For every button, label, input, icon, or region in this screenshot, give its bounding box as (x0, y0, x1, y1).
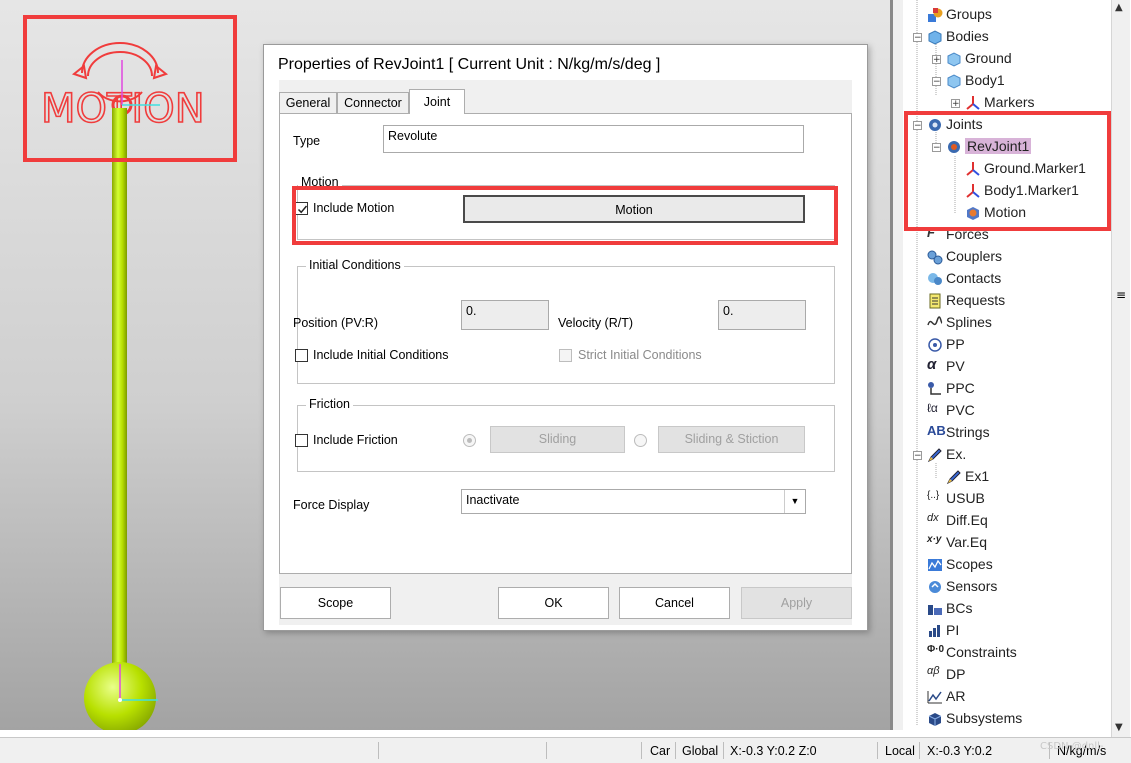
status-bar: Car Global X:-0.3 Y:0.2 Z:0 Local X:-0.3… (0, 737, 1131, 763)
status-local-label: Local (885, 744, 915, 758)
force-display-select[interactable]: Inactivate ▼ (461, 489, 806, 514)
dialog-title: Properties of RevJoint1 [ Current Unit :… (278, 56, 661, 73)
pv-icon: α (927, 356, 937, 373)
include-friction-label: Include Friction (313, 433, 398, 447)
tree-highlight-box (904, 111, 1111, 231)
pendulum-rod[interactable] (112, 108, 127, 673)
vareq-icon: x·y (927, 534, 942, 545)
body-cube-icon (947, 74, 961, 89)
apply-button[interactable]: Apply (741, 587, 852, 619)
tab-joint[interactable]: Joint (409, 89, 465, 114)
scope-button[interactable]: Scope (280, 587, 391, 619)
status-mode: Car (650, 744, 671, 758)
tree-scrollbar[interactable]: ▲ ≡ ▼ (1111, 0, 1130, 737)
watermark: CSDN @dnll- (1040, 741, 1104, 752)
motion-highlight-box (292, 186, 838, 245)
status-separator (546, 742, 547, 759)
include-friction-checkbox[interactable] (295, 434, 308, 447)
tab-general[interactable]: General (279, 92, 337, 113)
logo-highlight-box (23, 15, 237, 162)
expression-icon (927, 448, 942, 463)
strict-initial-conditions-label: Strict Initial Conditions (578, 348, 702, 362)
usub-icon: {..} (927, 490, 940, 501)
sensors-icon (929, 581, 941, 593)
friction-group-title: Friction (306, 397, 353, 411)
expand-toggle[interactable]: + (932, 55, 941, 65)
velocity-label: Velocity (R/T) (558, 316, 634, 330)
splitter[interactable] (893, 0, 903, 730)
sliding-button[interactable]: Sliding (490, 426, 625, 453)
bcs-icon (928, 605, 942, 615)
scopes-icon (928, 559, 942, 571)
marker-axes-icon (118, 664, 158, 702)
include-initial-conditions-checkbox[interactable] (295, 349, 308, 362)
marker-icon (966, 96, 980, 110)
status-global-coords: X:-0.3 Y:0.2 Z:0 (730, 744, 817, 758)
pvc-icon: ℓα (927, 401, 938, 415)
dp-icon: αβ (927, 665, 940, 677)
strings-icon: AB (927, 423, 946, 438)
body-cube-icon (947, 52, 961, 67)
tab-connector[interactable]: Connector (337, 92, 409, 113)
scroll-grip-icon[interactable]: ≡ (1116, 289, 1126, 301)
contacts-icon (928, 273, 942, 285)
pp-icon (928, 338, 942, 352)
velocity-field[interactable]: 0. (718, 300, 806, 330)
couplers-icon (927, 250, 943, 265)
sliding-stiction-radio[interactable] (634, 434, 647, 447)
status-separator (877, 742, 878, 759)
status-separator (723, 742, 724, 759)
requests-icon (929, 293, 941, 309)
cancel-button[interactable]: Cancel (619, 587, 730, 619)
expression-icon (946, 470, 961, 485)
ok-button[interactable]: OK (498, 587, 609, 619)
sliding-radio[interactable] (463, 434, 476, 447)
subsystems-icon (928, 713, 942, 726)
status-local-coords: X:-0.3 Y:0.2 (927, 744, 993, 758)
diffeq-icon: dx (927, 512, 939, 524)
bodies-icon (928, 30, 942, 45)
ar-icon (927, 691, 942, 704)
status-separator (641, 742, 642, 759)
scroll-down-icon[interactable]: ▼ (1115, 722, 1123, 733)
sliding-stiction-button[interactable]: Sliding & Stiction (658, 426, 805, 453)
strict-initial-conditions-checkbox[interactable] (559, 349, 572, 362)
status-separator (675, 742, 676, 759)
type-label: Type (293, 134, 321, 148)
properties-dialog: Properties of RevJoint1 [ Current Unit :… (263, 44, 868, 631)
dialog-body: General Connector Joint Type Revolute Mo… (279, 80, 852, 625)
status-separator (919, 742, 920, 759)
constraints-icon: Φ·0 (927, 644, 945, 655)
force-display-value: Inactivate (466, 493, 520, 507)
initial-conditions-title: Initial Conditions (306, 258, 404, 272)
splines-icon (927, 316, 943, 326)
status-global-label: Global (682, 744, 719, 758)
status-separator (378, 742, 379, 759)
scroll-up-icon[interactable]: ▲ (1115, 2, 1123, 13)
expand-toggle[interactable]: − (913, 451, 922, 461)
type-field[interactable]: Revolute (383, 125, 804, 153)
ppc-icon (928, 382, 941, 395)
groups-icon (928, 8, 943, 22)
expand-toggle[interactable]: − (932, 77, 941, 87)
joint-tab-panel: Type Revolute Motion Include Motion Moti… (279, 113, 852, 574)
force-display-label: Force Display (293, 498, 370, 512)
position-label: Position (PV:R) (293, 316, 378, 330)
expand-toggle[interactable]: − (913, 33, 922, 43)
expand-toggle[interactable]: + (951, 99, 960, 109)
position-field[interactable]: 0. (461, 300, 549, 330)
pi-icon (929, 625, 940, 637)
chevron-down-icon: ▼ (784, 490, 805, 513)
include-initial-conditions-label: Include Initial Conditions (313, 348, 449, 362)
